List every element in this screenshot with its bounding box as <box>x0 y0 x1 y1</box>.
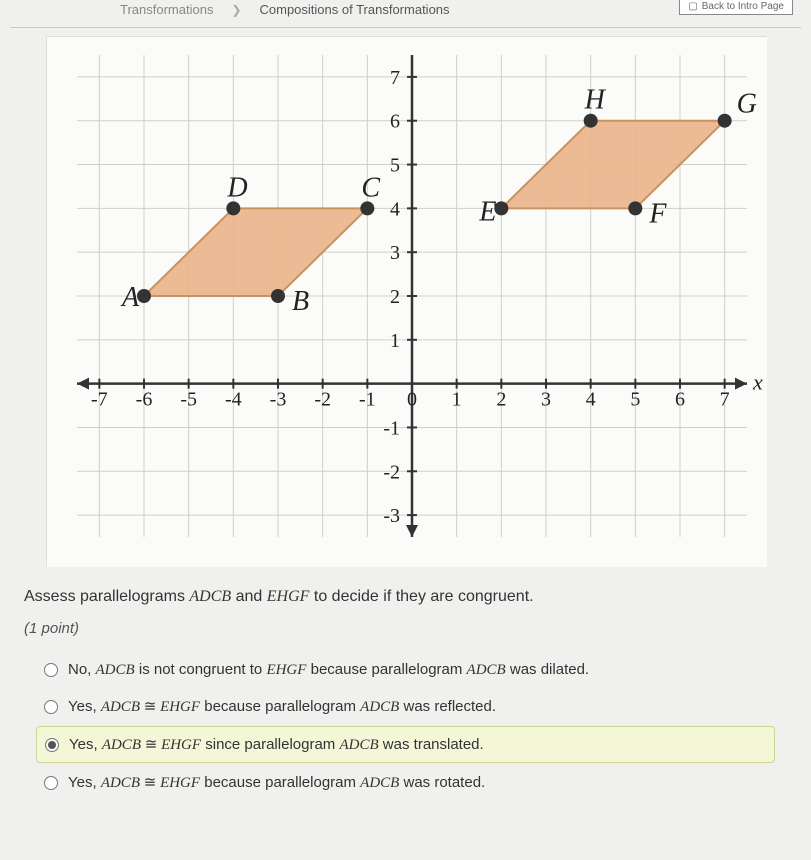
option-text: Yes, ADCB ≅ EHGF since parallelogram ADC… <box>69 735 484 754</box>
option-text: No, ADCB is not congruent to EHGF becaus… <box>68 661 589 679</box>
svg-text:E: E <box>478 196 496 227</box>
svg-text:-5: -5 <box>180 389 197 411</box>
page-icon: ▢ <box>688 1 697 12</box>
svg-text:4: 4 <box>585 389 595 411</box>
breadcrumb: Transformations ❯ Compositions of Transf… <box>0 0 811 25</box>
radio-icon[interactable] <box>44 776 58 790</box>
svg-text:H: H <box>583 85 606 116</box>
svg-text:3: 3 <box>390 242 400 264</box>
svg-text:3: 3 <box>541 389 551 411</box>
svg-text:2: 2 <box>390 286 400 308</box>
answer-option-2[interactable]: Yes, ADCB ≅ EHGF since parallelogram ADC… <box>36 726 775 763</box>
q-suffix: to decide if they are congruent. <box>309 588 533 605</box>
svg-text:1: 1 <box>390 330 400 352</box>
svg-text:-4: -4 <box>224 389 241 411</box>
breadcrumb-current[interactable]: Compositions of Transformations <box>260 2 450 17</box>
svg-text:-1: -1 <box>358 389 375 411</box>
svg-text:5: 5 <box>390 155 400 177</box>
svg-text:-7: -7 <box>90 389 107 411</box>
svg-text:F: F <box>648 198 667 229</box>
svg-text:-6: -6 <box>135 389 152 411</box>
svg-text:x: x <box>752 370 763 395</box>
svg-text:A: A <box>120 282 140 313</box>
back-button[interactable]: ▢ Back to Intro Page <box>679 0 793 15</box>
svg-text:-2: -2 <box>314 389 331 411</box>
svg-text:2: 2 <box>496 389 506 411</box>
coordinate-plane: -7 -6 -5 -4 -3 -2 -1 0 1 2 3 4 5 6 7 -3 -2 -1 1 2 3 4 5 6 7 A D C B E… <box>46 36 766 566</box>
svg-text:7: 7 <box>719 389 729 411</box>
svg-text:-3: -3 <box>383 505 400 527</box>
svg-text:1: 1 <box>451 389 461 411</box>
svg-text:C: C <box>361 172 380 203</box>
divider <box>10 27 801 28</box>
svg-text:4: 4 <box>390 198 400 220</box>
breadcrumb-prev[interactable]: Transformations <box>120 2 213 17</box>
option-text: Yes, ADCB ≅ EHGF because parallelogram A… <box>68 773 485 792</box>
svg-text:0: 0 <box>407 389 417 411</box>
svg-text:5: 5 <box>630 389 640 411</box>
back-button-label: Back to Intro Page <box>702 1 784 12</box>
answer-option-0[interactable]: No, ADCB is not congruent to EHGF becaus… <box>36 653 775 687</box>
svg-text:6: 6 <box>675 389 685 411</box>
q-shape2: EHGF <box>267 588 310 605</box>
chevron-right-icon: ❯ <box>231 3 241 17</box>
q-shape1: ADCB <box>189 588 231 605</box>
points-label: (1 point) <box>0 614 811 651</box>
svg-text:B: B <box>292 286 309 317</box>
radio-icon[interactable] <box>44 700 58 714</box>
question-text: Assess parallelograms ADCB and EHGF to d… <box>0 566 811 614</box>
radio-icon[interactable] <box>44 663 58 677</box>
q-mid: and <box>231 588 267 605</box>
radio-icon[interactable] <box>45 738 59 752</box>
svg-text:G: G <box>736 89 756 120</box>
option-text: Yes, ADCB ≅ EHGF because parallelogram A… <box>68 697 496 716</box>
answer-options: No, ADCB is not congruent to EHGF becaus… <box>0 653 811 800</box>
svg-text:-3: -3 <box>269 389 286 411</box>
answer-option-1[interactable]: Yes, ADCB ≅ EHGF because parallelogram A… <box>36 689 775 724</box>
svg-text:6: 6 <box>390 111 400 133</box>
answer-option-3[interactable]: Yes, ADCB ≅ EHGF because parallelogram A… <box>36 765 775 800</box>
svg-text:-2: -2 <box>383 461 400 483</box>
svg-text:D: D <box>226 172 247 203</box>
svg-text:-1: -1 <box>383 417 400 439</box>
q-prefix: Assess parallelograms <box>24 588 189 605</box>
svg-text:7: 7 <box>390 67 400 89</box>
